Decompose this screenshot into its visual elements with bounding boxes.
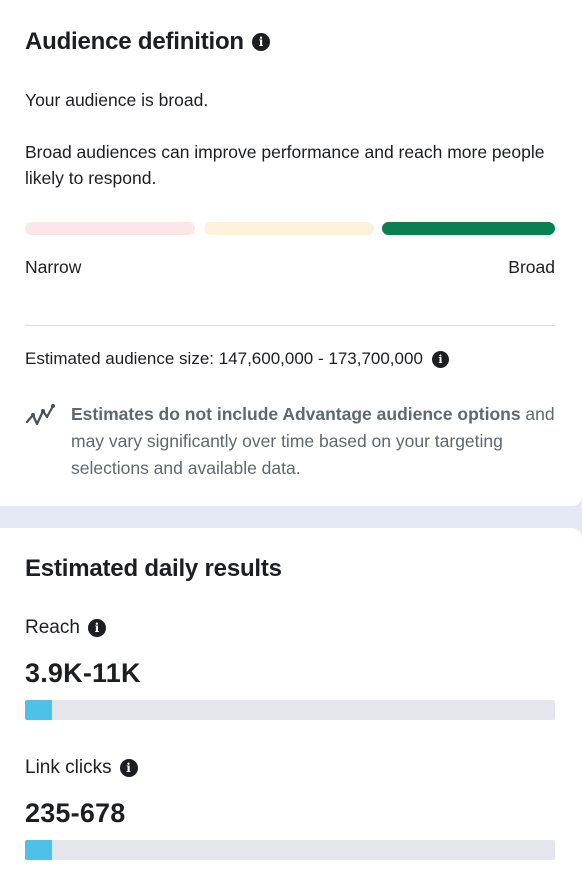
estimates-note: Estimates do not include Advantage audie… bbox=[71, 401, 555, 482]
info-icon[interactable]: i bbox=[431, 350, 449, 368]
info-icon[interactable]: i bbox=[251, 33, 270, 51]
audience-definition-card: Audience definition i Your audience is b… bbox=[0, 0, 582, 506]
reach-bar-fill bbox=[25, 700, 52, 720]
meter-segment-specific bbox=[204, 222, 374, 235]
link-clicks-value: 235-678 bbox=[25, 798, 126, 828]
estimated-audience-size: Estimated audience size: 147,600,000 - 1… bbox=[25, 349, 423, 368]
daily-results-title: Estimated daily results bbox=[25, 555, 282, 582]
reach-label-row: Reach i bbox=[25, 617, 106, 639]
link-clicks-bar-fill bbox=[25, 840, 52, 860]
trend-line-icon bbox=[25, 402, 55, 432]
link-clicks-label-row: Link clicks i bbox=[25, 757, 138, 779]
estimates-note-bold: Estimates do not include Advantage audie… bbox=[71, 404, 521, 424]
estimated-audience-size-row: Estimated audience size: 147,600,000 - 1… bbox=[25, 346, 449, 372]
reach-bar bbox=[25, 700, 555, 720]
reach-label: Reach bbox=[25, 617, 80, 638]
divider bbox=[25, 325, 555, 326]
link-clicks-label: Link clicks bbox=[25, 757, 112, 778]
estimated-daily-results-card: Estimated daily results Reach i 3.9K-11K… bbox=[0, 528, 582, 880]
reach-value: 3.9K-11K bbox=[25, 658, 141, 688]
info-icon[interactable]: i bbox=[119, 759, 138, 777]
audience-status-text: Your audience is broad. bbox=[25, 90, 209, 110]
info-icon[interactable]: i bbox=[87, 619, 106, 637]
meter-segment-narrow bbox=[25, 222, 195, 235]
meter-label-narrow: Narrow bbox=[25, 257, 82, 277]
meter-label-broad: Broad bbox=[508, 257, 555, 277]
audience-definition-title-row: Audience definition i bbox=[25, 28, 270, 56]
audience-definition-title: Audience definition bbox=[25, 28, 244, 55]
link-clicks-bar bbox=[25, 840, 555, 860]
meter-segment-broad bbox=[382, 222, 555, 235]
audience-description: Broad audiences can improve performance … bbox=[25, 142, 545, 188]
